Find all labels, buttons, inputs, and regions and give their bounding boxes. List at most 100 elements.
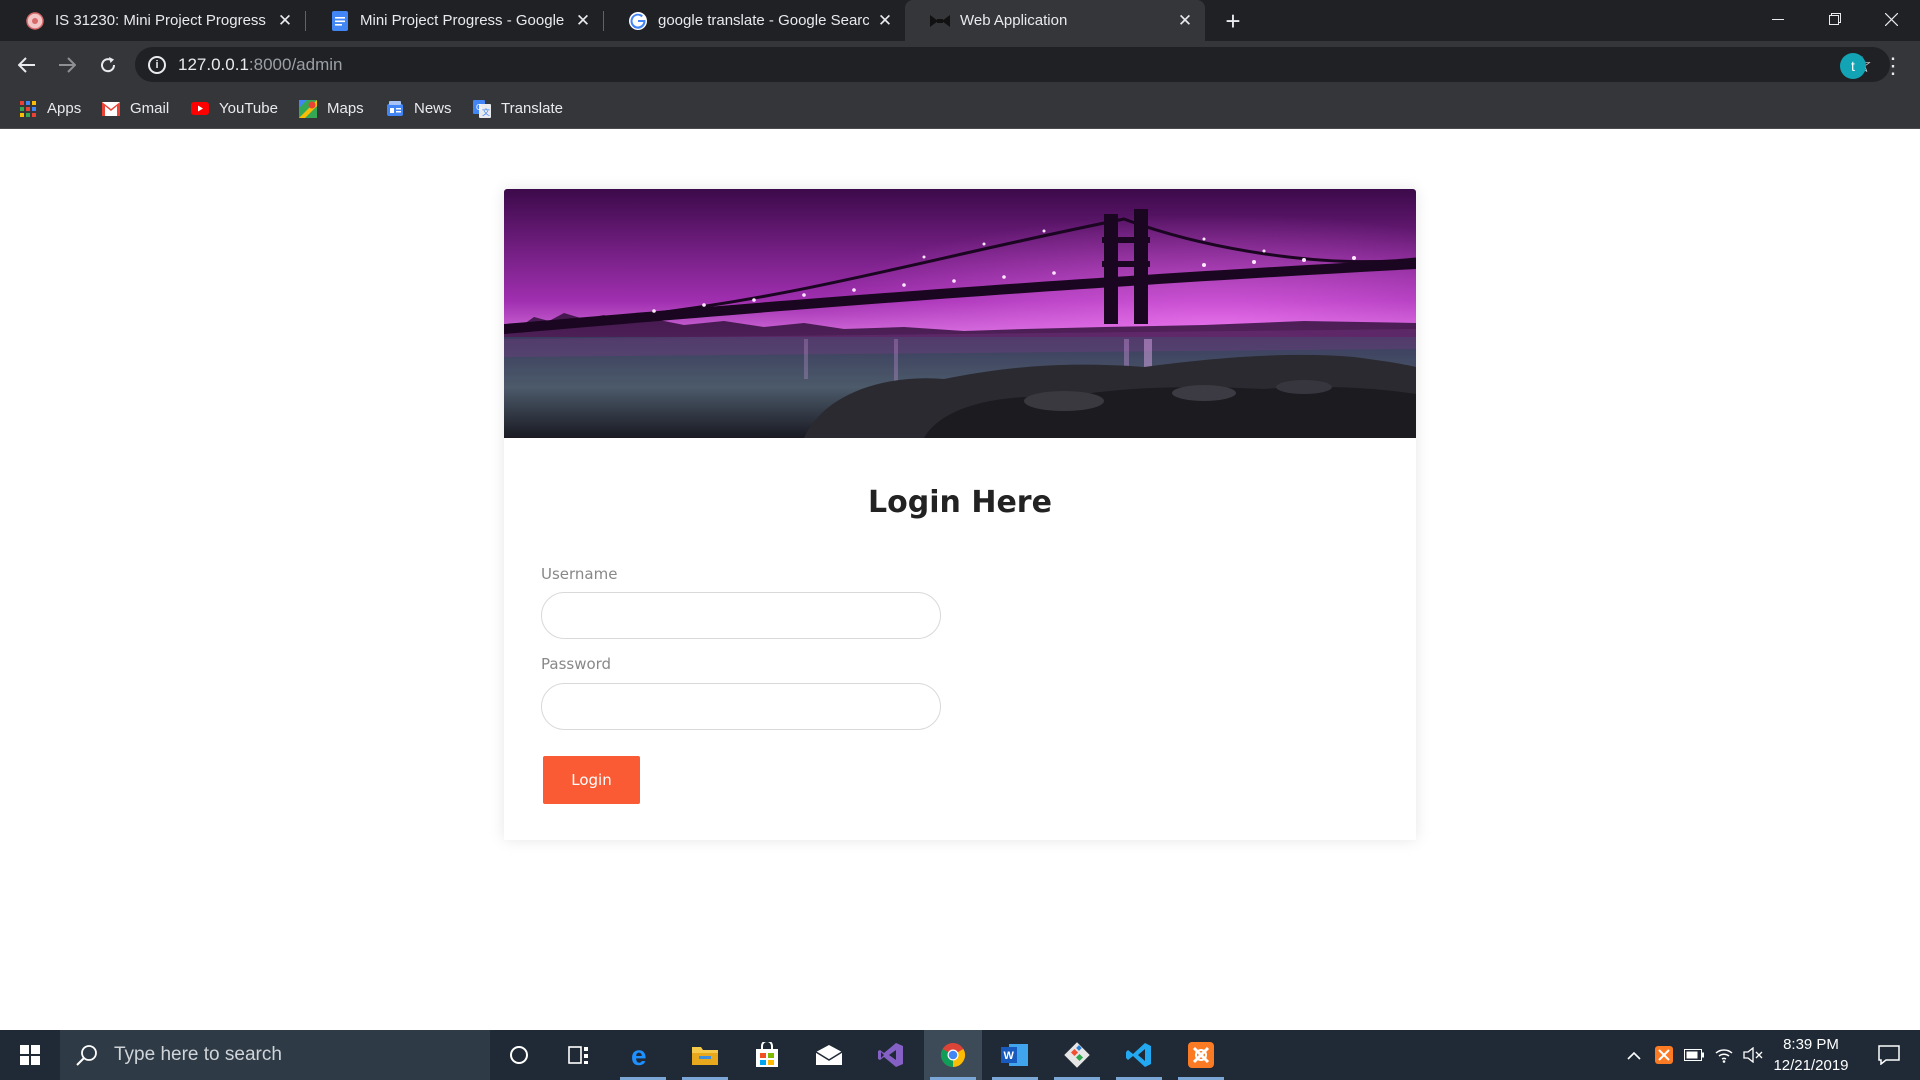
clock-date: 12/21/2019 [1773, 1057, 1849, 1074]
bookmark-gmail[interactable]: Gmail [102, 88, 169, 129]
bookmark-label: Maps [327, 100, 364, 117]
tab-google-search[interactable]: google translate - Google Search ✕ [603, 0, 905, 41]
profile-avatar[interactable]: t [1840, 53, 1866, 79]
tab-title: Mini Project Progress - Google D [360, 12, 567, 29]
tab-google-docs[interactable]: Mini Project Progress - Google D ✕ [305, 0, 603, 41]
login-button[interactable]: Login [543, 756, 640, 804]
google-icon [628, 11, 648, 31]
bookmark-label: Gmail [130, 100, 170, 117]
store-icon [756, 1042, 778, 1067]
arrow-right-icon [59, 57, 76, 73]
xampp-tray-icon [1655, 1046, 1673, 1064]
url-text[interactable]: 127.0.0.1:8000/admin [178, 55, 342, 75]
search-icon [74, 1042, 100, 1068]
bridge-night-illustration [504, 189, 1416, 438]
taskbar-search[interactable]: Type here to search [60, 1030, 490, 1080]
reload-button[interactable] [94, 51, 122, 79]
edge-icon: e [631, 1042, 647, 1068]
restore-button[interactable] [1806, 0, 1863, 38]
volume-muted-icon [1743, 1047, 1763, 1063]
bookmark-youtube[interactable]: YouTube [191, 88, 278, 129]
task-view-button[interactable] [550, 1030, 608, 1080]
windows-logo-icon [20, 1045, 40, 1065]
tab-title: IS 31230: Mini Project Progress [55, 12, 266, 29]
bookmark-maps[interactable]: Maps [299, 88, 364, 129]
svg-text:W: W [1004, 1050, 1015, 1062]
hero-bridge-image [504, 189, 1416, 438]
web-application-favicon-icon [930, 11, 950, 31]
taskbar-store[interactable] [738, 1030, 796, 1080]
action-center-button[interactable] [1866, 1030, 1912, 1080]
url-path: :8000/admin [248, 54, 343, 74]
browser-menu-icon[interactable]: ⋮ [1882, 52, 1904, 80]
is31230-favicon-icon [25, 11, 45, 31]
mail-icon [815, 1045, 843, 1065]
taskbar-mail[interactable] [800, 1030, 858, 1080]
tab-strip: IS 31230: Mini Project Progress ✕ Mini P… [0, 0, 1920, 41]
cortana-button[interactable] [490, 1030, 548, 1080]
apps-grid-icon [19, 100, 37, 118]
tab-close-icon[interactable]: ✕ [573, 11, 593, 31]
tray-expand-button[interactable] [1622, 1030, 1646, 1080]
battery-icon [1684, 1049, 1704, 1061]
minimize-button[interactable] [1749, 0, 1806, 38]
username-input[interactable] [541, 592, 941, 639]
minimize-icon [1771, 19, 1784, 20]
git-icon [1064, 1042, 1090, 1068]
visual-studio-icon [878, 1043, 903, 1067]
news-icon [386, 100, 404, 118]
taskbar-git[interactable] [1048, 1030, 1106, 1080]
bookmark-label: YouTube [219, 100, 278, 117]
gmail-icon [102, 100, 120, 118]
taskbar-edge[interactable]: e [614, 1030, 672, 1080]
notification-icon [1878, 1045, 1900, 1065]
bookmark-label: Translate [501, 100, 563, 117]
taskbar-word[interactable]: W [986, 1030, 1044, 1080]
taskbar-chrome[interactable] [924, 1030, 982, 1080]
tray-xampp[interactable] [1652, 1030, 1676, 1080]
taskbar-clock[interactable]: 8:39 PM 12/21/2019 [1766, 1034, 1856, 1076]
tab-mini-project-progress[interactable]: IS 31230: Mini Project Progress ✕ [0, 0, 305, 41]
tray-wifi[interactable] [1712, 1030, 1736, 1080]
bookmark-translate[interactable]: G文 Translate [473, 88, 563, 129]
windows-taskbar: Type here to search e W 8:39 PM 12/21/20… [0, 1030, 1920, 1080]
svg-text:e: e [631, 1042, 647, 1068]
taskbar-file-explorer[interactable] [676, 1030, 734, 1080]
forward-button[interactable] [53, 51, 81, 79]
search-placeholder: Type here to search [114, 1044, 282, 1065]
chrome-icon [940, 1043, 966, 1067]
tab-close-icon[interactable]: ✕ [1175, 11, 1195, 31]
back-button[interactable] [13, 51, 41, 79]
clock-time: 8:39 PM [1783, 1036, 1839, 1053]
tray-battery[interactable] [1682, 1030, 1706, 1080]
site-info-icon[interactable]: i [148, 55, 166, 74]
tray-volume[interactable] [1741, 1030, 1765, 1080]
file-explorer-icon [692, 1047, 718, 1065]
login-card: Login Here Username Password Login [504, 189, 1416, 840]
tab-close-icon[interactable]: ✕ [275, 11, 295, 31]
wifi-icon [1715, 1049, 1733, 1063]
address-bar[interactable]: i 127.0.0.1:8000/admin ☆ [135, 47, 1890, 82]
bookmark-news[interactable]: News [386, 88, 452, 129]
tab-web-application[interactable]: Web Application ✕ [905, 0, 1205, 41]
taskbar-vscode[interactable] [1110, 1030, 1168, 1080]
taskbar-xampp[interactable] [1172, 1030, 1230, 1080]
task-view-icon [568, 1046, 588, 1064]
close-window-button[interactable] [1863, 0, 1920, 38]
reload-icon [101, 57, 116, 73]
password-input[interactable] [541, 683, 941, 730]
bookmarks-bar: Apps Gmail YouTube Maps News G文 Translat… [0, 88, 1920, 129]
arrow-left-icon [18, 57, 35, 73]
restore-icon [1828, 13, 1841, 25]
taskbar-visual-studio[interactable] [862, 1030, 920, 1080]
bookmark-apps[interactable]: Apps [19, 88, 81, 129]
tab-title: Web Application [960, 12, 1068, 29]
word-icon: W [1001, 1044, 1028, 1066]
start-button[interactable] [0, 1030, 60, 1080]
new-tab-button[interactable]: + [1220, 6, 1246, 36]
password-label: Password [541, 655, 612, 673]
google-docs-icon [330, 10, 350, 31]
vscode-icon [1126, 1043, 1151, 1067]
tab-close-icon[interactable]: ✕ [875, 11, 895, 31]
svg-text:文: 文 [482, 107, 490, 117]
